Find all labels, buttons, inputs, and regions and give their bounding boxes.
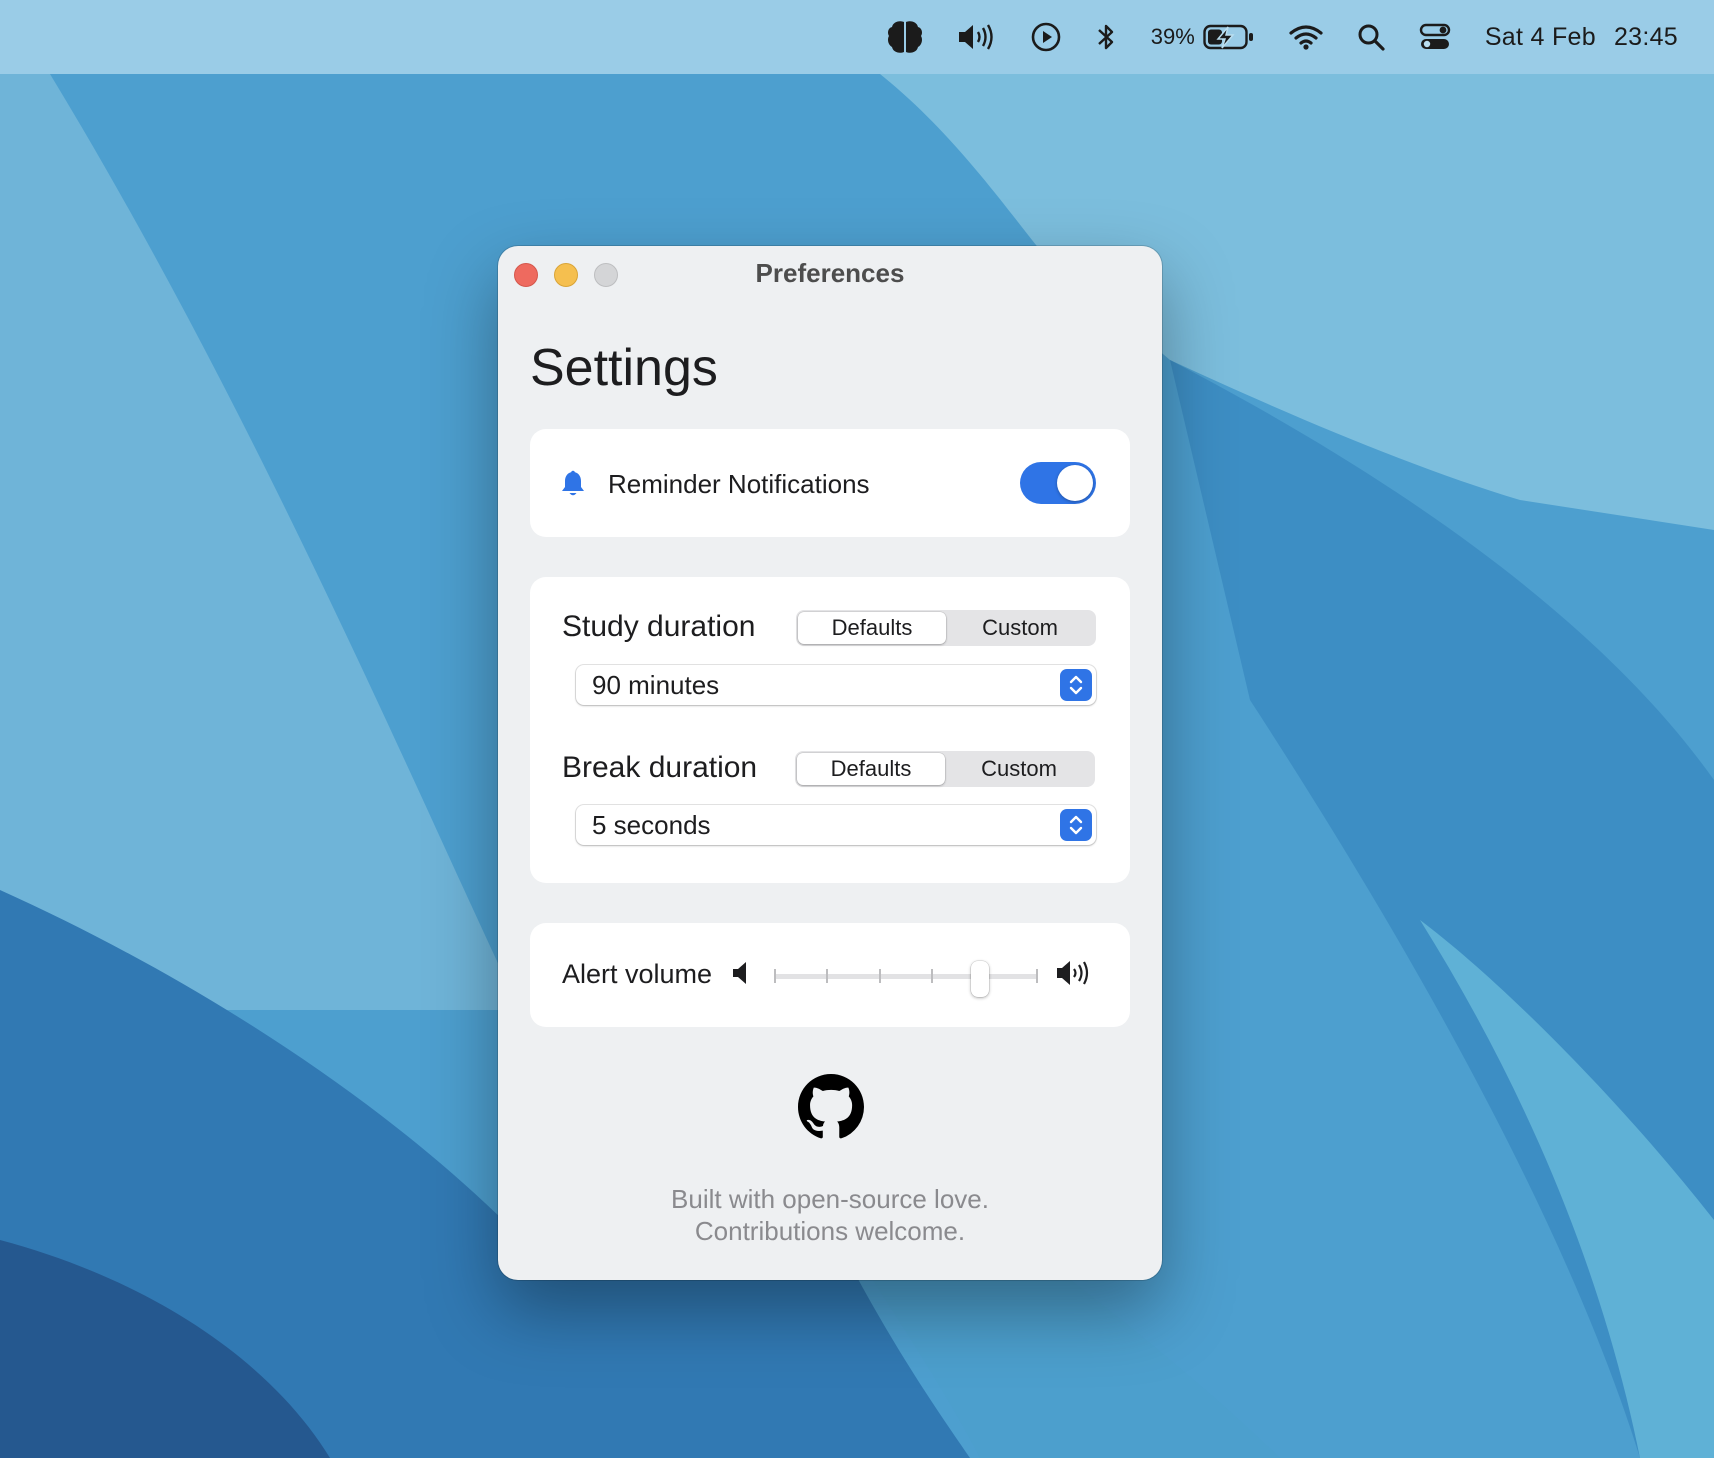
durations-card: Study duration Defaults Custom 90 minute…: [530, 577, 1130, 883]
menu-date: Sat 4 Feb: [1484, 22, 1596, 51]
slider-tick: [879, 969, 881, 983]
play-icon[interactable]: [1031, 22, 1061, 52]
menu-bar: 39% Sat 4 Feb 23:45: [0, 0, 1714, 74]
window-title: Preferences: [755, 258, 905, 288]
preferences-window: Preferences Settings Reminder Notificati…: [498, 246, 1162, 1280]
break-duration-label: Break duration: [562, 751, 758, 784]
clock[interactable]: Sat 4 Feb 23:45: [1485, 23, 1678, 52]
menu-time: 23:45: [1613, 22, 1678, 51]
battery-percent: 39%: [1150, 24, 1195, 49]
footer-line-2: Contributions welcome.: [694, 1216, 966, 1246]
github-icon[interactable]: [798, 1074, 864, 1140]
volume-icon[interactable]: [957, 23, 997, 51]
search-icon[interactable]: [1357, 23, 1385, 51]
speaker-high-icon: [1057, 961, 1089, 985]
study-custom-option[interactable]: Custom: [946, 612, 1094, 644]
notifications-toggle[interactable]: [1020, 462, 1096, 504]
slider-tick: [931, 969, 933, 983]
slider-tick: [1036, 969, 1038, 983]
notifications-label: Reminder Notifications: [608, 469, 870, 499]
control-center-icon[interactable]: [1419, 23, 1451, 51]
brain-icon[interactable]: [887, 20, 923, 54]
volume-card: Alert volume: [530, 923, 1130, 1027]
wifi-icon[interactable]: [1289, 24, 1323, 50]
study-duration-segmented-control: Defaults Custom: [796, 610, 1096, 646]
chevron-up-down-icon: [1060, 669, 1092, 701]
break-custom-option[interactable]: Custom: [945, 753, 1093, 785]
study-defaults-option[interactable]: Defaults: [798, 612, 946, 644]
slider-tick: [774, 969, 776, 983]
study-duration-value: 90 minutes: [592, 670, 720, 700]
bell-icon: [562, 470, 584, 496]
slider-tick: [826, 969, 828, 983]
footer-line-1: Built with open-source love.: [671, 1184, 989, 1214]
battery-status[interactable]: 39%: [1151, 24, 1255, 50]
study-duration-label: Study duration: [562, 610, 756, 643]
slider-track: [774, 974, 1038, 979]
study-duration-select[interactable]: 90 minutes: [576, 665, 1096, 705]
break-defaults-option[interactable]: Defaults: [797, 753, 945, 785]
alert-volume-label: Alert volume: [562, 959, 713, 989]
break-duration-select[interactable]: 5 seconds: [576, 805, 1096, 845]
battery-icon: [1203, 24, 1253, 50]
bluetooth-icon[interactable]: [1095, 22, 1117, 52]
page-title: Settings: [530, 339, 718, 397]
notifications-card: Reminder Notifications: [530, 429, 1130, 537]
alert-volume-slider[interactable]: [774, 961, 1038, 997]
chevron-up-down-icon: [1060, 809, 1092, 841]
slider-thumb[interactable]: [971, 961, 989, 997]
title-bar[interactable]: Preferences: [498, 246, 1162, 302]
toggle-knob: [1057, 465, 1093, 501]
speaker-low-icon: [733, 962, 746, 984]
break-duration-value: 5 seconds: [592, 810, 711, 840]
break-duration-segmented-control: Defaults Custom: [795, 751, 1095, 787]
